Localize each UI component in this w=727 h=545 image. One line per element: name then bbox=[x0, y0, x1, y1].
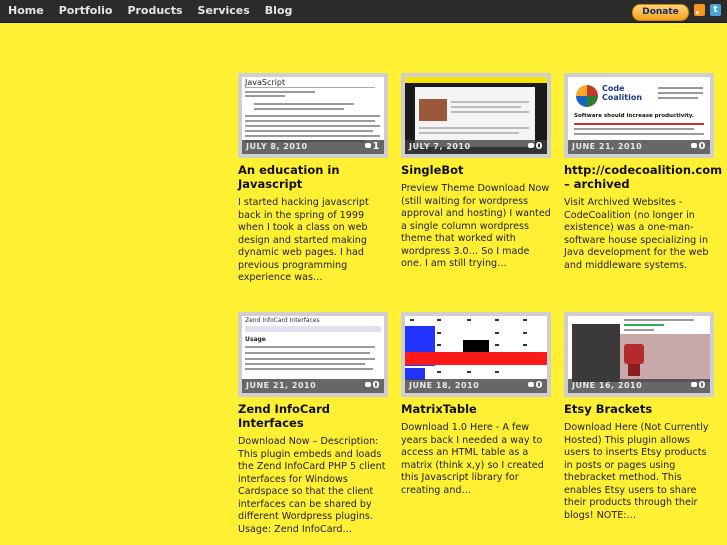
post-card: JavaScript JULY 8, 2010 1 An education i… bbox=[238, 73, 388, 285]
comment-bubble-icon bbox=[690, 143, 697, 148]
post-date: JUNE 21, 2010 bbox=[246, 381, 317, 390]
thumb-heading: Zend InfoCard Interfaces bbox=[245, 317, 320, 324]
nav-products[interactable]: Products bbox=[127, 0, 182, 22]
code-coalition-logo: Code Coalition bbox=[602, 84, 643, 102]
post-excerpt: Download Here (Not Currently Hosted) Thi… bbox=[564, 422, 709, 521]
post-excerpt: Preview Theme Download Now (still waitin… bbox=[401, 183, 551, 269]
thumb-tagline: Software should increase productivity. bbox=[574, 113, 694, 119]
thumbnail-meta-bar: JUNE 18, 2010 0 bbox=[405, 379, 547, 393]
comment-bubble-icon bbox=[527, 382, 534, 387]
comment-bubble-icon bbox=[527, 143, 534, 148]
comment-count[interactable]: 0 bbox=[527, 380, 543, 391]
thumbnail-meta-bar: JULY 7, 2010 0 bbox=[405, 140, 547, 154]
comment-bubble-icon bbox=[690, 382, 697, 387]
post-excerpt: Download Now – Description: This plugin … bbox=[238, 436, 386, 535]
post-card: JUNE 16, 2010 0 Etsy Brackets Download H… bbox=[564, 312, 714, 522]
post-card: Code Coalition Software should increase … bbox=[564, 73, 722, 272]
comment-count[interactable]: 0 bbox=[527, 141, 543, 152]
thumb-heading: JavaScript bbox=[245, 78, 375, 88]
post-date: JULY 8, 2010 bbox=[246, 142, 308, 151]
post-date: JUNE 16, 2010 bbox=[572, 381, 643, 390]
post-card: JUNE 18, 2010 0 MatrixTable Download 1.0… bbox=[401, 312, 551, 497]
post-title[interactable]: An education in Javascript bbox=[238, 163, 388, 191]
post-thumbnail[interactable]: JULY 7, 2010 0 bbox=[401, 73, 551, 158]
nav-home[interactable]: Home bbox=[8, 0, 44, 22]
post-date: JULY 7, 2010 bbox=[409, 142, 471, 151]
nav-services[interactable]: Services bbox=[198, 0, 250, 22]
thumbnail-meta-bar: JULY 8, 2010 1 bbox=[242, 140, 384, 154]
post-title[interactable]: MatrixTable bbox=[401, 402, 551, 416]
comment-count[interactable]: 0 bbox=[364, 380, 380, 391]
top-navigation-bar: Home Portfolio Products Services Blog Do… bbox=[0, 0, 727, 23]
post-excerpt: I started hacking javascript back in the… bbox=[238, 197, 369, 283]
main-nav: Home Portfolio Products Services Blog bbox=[8, 0, 307, 22]
nav-blog[interactable]: Blog bbox=[265, 0, 293, 22]
post-title[interactable]: SingleBot bbox=[401, 163, 551, 177]
comment-count[interactable]: 1 bbox=[364, 141, 380, 152]
post-card: JULY 7, 2010 0 SingleBot Preview Theme D… bbox=[401, 73, 551, 271]
thumbnail-meta-bar: JUNE 21, 2010 0 bbox=[568, 140, 710, 154]
comment-bubble-icon bbox=[364, 382, 371, 387]
donate-button[interactable]: Donate bbox=[632, 4, 689, 21]
post-title[interactable]: Zend InfoCard Interfaces bbox=[238, 402, 388, 430]
post-date: JUNE 21, 2010 bbox=[572, 142, 643, 151]
comment-count[interactable]: 0 bbox=[690, 380, 706, 391]
post-thumbnail[interactable]: JUNE 18, 2010 0 bbox=[401, 312, 551, 397]
post-card: Zend InfoCard Interfaces Usage JUNE 21, … bbox=[238, 312, 388, 536]
post-excerpt: Download 1.0 Here - A few years back I n… bbox=[401, 422, 544, 496]
post-excerpt: Visit Archived Websites - CodeCoalition … bbox=[564, 197, 709, 271]
thumb-usage: Usage bbox=[245, 336, 266, 343]
post-thumbnail[interactable]: JavaScript JULY 8, 2010 1 bbox=[238, 73, 388, 158]
thumbnail-meta-bar: JUNE 16, 2010 0 bbox=[568, 379, 710, 393]
rss-icon[interactable] bbox=[694, 4, 705, 16]
post-title[interactable]: Etsy Brackets bbox=[564, 402, 714, 416]
comment-bubble-icon bbox=[364, 143, 371, 148]
post-thumbnail[interactable]: JUNE 16, 2010 0 bbox=[564, 312, 714, 397]
post-title[interactable]: http://codecoalition.com – archived bbox=[564, 163, 722, 191]
thumbnail-meta-bar: JUNE 21, 2010 0 bbox=[242, 379, 384, 393]
nav-portfolio[interactable]: Portfolio bbox=[59, 0, 113, 22]
twitter-icon[interactable]: t bbox=[710, 4, 721, 16]
post-date: JUNE 18, 2010 bbox=[409, 381, 480, 390]
comment-count[interactable]: 0 bbox=[690, 141, 706, 152]
post-thumbnail[interactable]: Zend InfoCard Interfaces Usage JUNE 21, … bbox=[238, 312, 388, 397]
post-thumbnail[interactable]: Code Coalition Software should increase … bbox=[564, 73, 714, 158]
